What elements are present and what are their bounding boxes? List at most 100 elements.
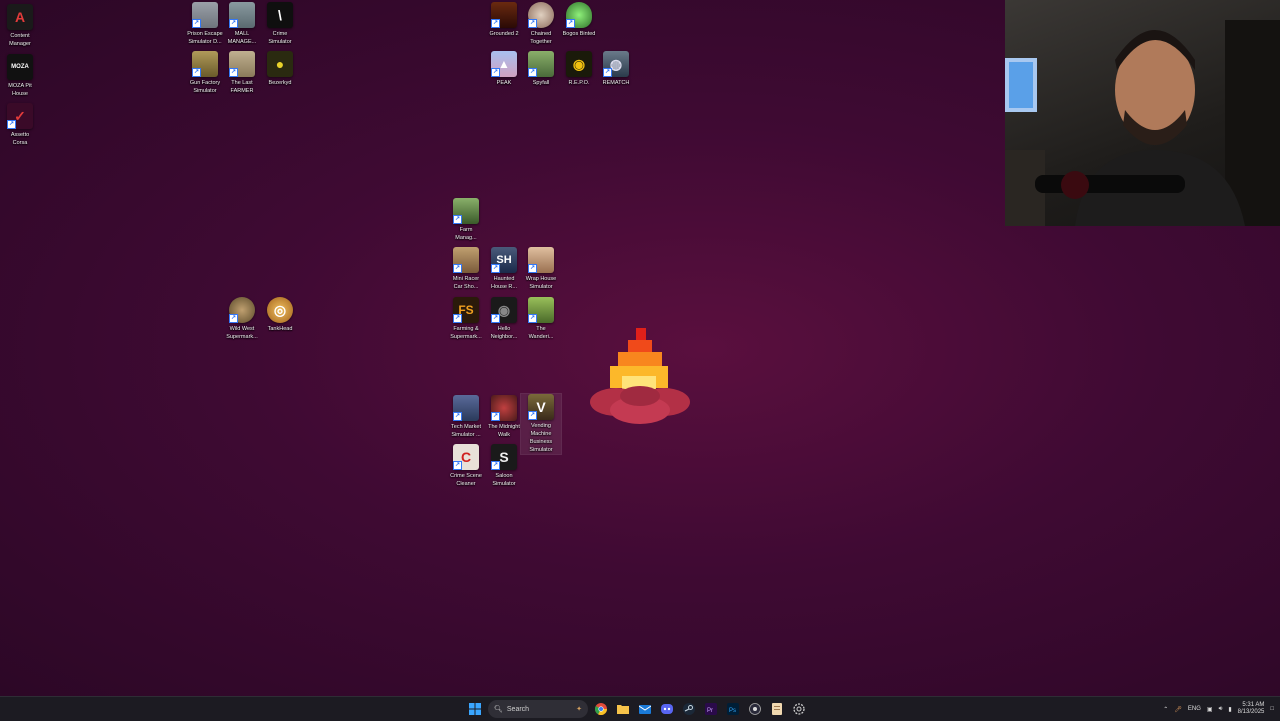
farm-manager-icon: ↗ <box>453 198 479 224</box>
hello-neighbor-icon: ◉ ↗ <box>491 297 517 323</box>
desktop-icon-bogos-binted[interactable]: ↗ Bogos Binted <box>559 2 599 38</box>
desktop-icon-tankhead[interactable]: ◎ TankHead <box>260 297 300 333</box>
desktop-icon-label: Wrap House Simulator <box>525 276 557 290</box>
desktop-icon-wrap-house[interactable]: ↗ Wrap House Simulator <box>521 247 561 291</box>
clock-date: 8/13/2025 <box>1237 709 1265 715</box>
photoshop-taskbar-button[interactable]: Ps <box>724 700 742 718</box>
desktop-icon-bezerkyd[interactable]: ● Bezerkyd <box>260 51 300 87</box>
desktop-icon-label: Assetto Corsa <box>10 132 30 146</box>
shortcut-arrow-icon: ↗ <box>453 461 462 470</box>
desktop-icon-rematch[interactable]: ◍ ↗ REMATCH <box>596 51 636 87</box>
shortcut-arrow-icon: ↗ <box>491 264 500 273</box>
bezerkyd-glyph: ● <box>275 56 285 72</box>
app-taskbar-button-2[interactable] <box>768 700 786 718</box>
moza-icon: MOZA <box>7 54 33 80</box>
desktop-icon-vending-machine[interactable]: V ↗ Vending Machine Business Simulator <box>520 393 562 455</box>
steam-icon <box>683 703 695 715</box>
chrome-icon <box>595 703 607 715</box>
the-wandering-icon: ↗ <box>528 297 554 323</box>
wrap-house-icon: ↗ <box>528 247 554 273</box>
campfire-wallpaper-graphic <box>590 328 690 424</box>
tech-market-icon: ↗ <box>453 395 479 421</box>
discord-taskbar-button[interactable] <box>658 700 676 718</box>
settings-gear-icon <box>793 703 805 715</box>
farming-supermarket-icon: FS ↗ <box>453 297 479 323</box>
outlook-taskbar-button[interactable] <box>636 700 654 718</box>
taskbar-search-box[interactable]: 🔍︎ Search ✦ <box>488 700 588 718</box>
search-label: Search <box>506 705 530 713</box>
shortcut-arrow-icon: ↗ <box>491 461 500 470</box>
desktop-icon-chained-together[interactable]: ↗ Chained Together <box>521 2 561 46</box>
photoshop-icon: Ps <box>727 703 739 715</box>
shortcut-arrow-icon: ↗ <box>491 314 500 323</box>
chevron-up-icon[interactable]: ⌃ <box>1163 706 1168 713</box>
microphone-icon[interactable]: 🎤︎ <box>1174 706 1182 713</box>
taskbar-clock[interactable]: 5:31 AM 8/13/2025 <box>1238 702 1265 716</box>
chained-together-icon: ↗ <box>528 2 554 28</box>
shortcut-arrow-icon: ↗ <box>453 264 462 273</box>
spyfall-icon: ↗ <box>528 51 554 77</box>
desktop-icon-label: REMATCH <box>602 80 630 86</box>
network-icon[interactable]: ▣ <box>1207 706 1213 713</box>
shortcut-arrow-icon: ↗ <box>528 411 537 420</box>
premiere-taskbar-button[interactable]: Pr <box>702 700 720 718</box>
file-explorer-taskbar-button[interactable] <box>614 700 632 718</box>
notes-app-icon <box>772 703 782 715</box>
desktop-icon-label: Vending Machine Business Simulator <box>529 423 553 453</box>
volume-icon[interactable]: 🔊︎ <box>1219 706 1223 713</box>
shortcut-arrow-icon: ↗ <box>603 68 612 77</box>
desktop-icon-assetto-corsa[interactable]: ✓ ↗ Assetto Corsa <box>0 103 40 147</box>
shortcut-arrow-icon: ↗ <box>528 314 537 323</box>
crime-scene-cleaner-icon: C ↗ <box>453 444 479 470</box>
steam-taskbar-button[interactable] <box>680 700 698 718</box>
chrome-taskbar-button[interactable] <box>592 700 610 718</box>
desktop-icon-farm-manager[interactable]: ↗ Farm Manag... <box>446 198 486 242</box>
app-taskbar-button-1[interactable] <box>746 700 764 718</box>
tankhead-glyph: ◎ <box>273 301 287 318</box>
shortcut-arrow-icon: ↗ <box>453 412 462 421</box>
saloon-simulator-icon: S ↗ <box>491 444 517 470</box>
tankhead-icon: ◎ <box>267 297 293 323</box>
premiere-pro-icon: Pr <box>705 703 717 715</box>
rematch-icon: ◍ ↗ <box>603 51 629 77</box>
alien-icon: ↗ <box>566 2 592 28</box>
the-last-farmer-icon: ↗ <box>229 51 255 77</box>
vending-machine-icon: V ↗ <box>528 394 554 420</box>
saloon-glyph: S <box>499 449 509 465</box>
shortcut-arrow-icon: ↗ <box>229 19 238 28</box>
shortcut-arrow-icon: ↗ <box>491 19 500 28</box>
desktop-icon-label: The Wanderi... <box>528 326 554 340</box>
shortcut-arrow-icon: ↗ <box>192 68 201 77</box>
shortcut-arrow-icon: ↗ <box>229 68 238 77</box>
content-manager-icon: A <box>7 4 33 30</box>
desktop-icon-wild-west[interactable]: ↗ Wild West Supermark... <box>222 297 262 341</box>
start-button[interactable] <box>466 700 484 718</box>
mall-manager-icon: ↗ <box>229 2 255 28</box>
search-highlight-icon: ✦ <box>576 706 582 713</box>
language-indicator[interactable]: ENG <box>1188 706 1201 712</box>
shortcut-arrow-icon: ↗ <box>7 120 16 129</box>
desktop-icon-the-last-farmer[interactable]: ↗ The Last FARMER <box>222 51 262 95</box>
circle-app-icon <box>749 703 761 715</box>
svg-text:Pr: Pr <box>707 708 713 714</box>
shortcut-arrow-icon: ↗ <box>528 68 537 77</box>
taskbar: 🔍︎ Search ✦ Pr Ps ⌃ 🎤︎ ENG ▣ 🔊︎ ▮ 5:31 A… <box>0 696 1280 721</box>
shortcut-arrow-icon: ↗ <box>192 19 201 28</box>
wild-west-icon: ↗ <box>229 297 255 323</box>
desktop-icon-label: Bogos Binted <box>562 31 596 37</box>
discord-icon <box>661 704 673 714</box>
notification-bell-icon[interactable]: □ <box>1270 706 1274 712</box>
battery-icon[interactable]: ▮ <box>1228 706 1231 713</box>
crime-glyph: \ <box>278 7 282 23</box>
desktop-icon-crime-simulator[interactable]: \ Crime Simulator <box>260 2 300 46</box>
desktop-icon-content-manager[interactable]: A Content Manager <box>0 4 40 48</box>
desktop-icon-moza-pit-house[interactable]: MOZA MOZA Pit House <box>0 54 40 98</box>
gun-factory-icon: ↗ <box>192 51 218 77</box>
webcam-overlay <box>1005 0 1280 226</box>
app-taskbar-button-3[interactable] <box>790 700 808 718</box>
repo-glyph: ◉ <box>572 55 586 72</box>
bezerkyd-icon: ● <box>267 51 293 77</box>
desktop-icon-the-wandering[interactable]: ↗ The Wanderi... <box>521 297 561 341</box>
desktop-icon-saloon-simulator[interactable]: S ↗ Saloon Simulator <box>484 444 524 488</box>
shortcut-arrow-icon: ↗ <box>453 314 462 323</box>
